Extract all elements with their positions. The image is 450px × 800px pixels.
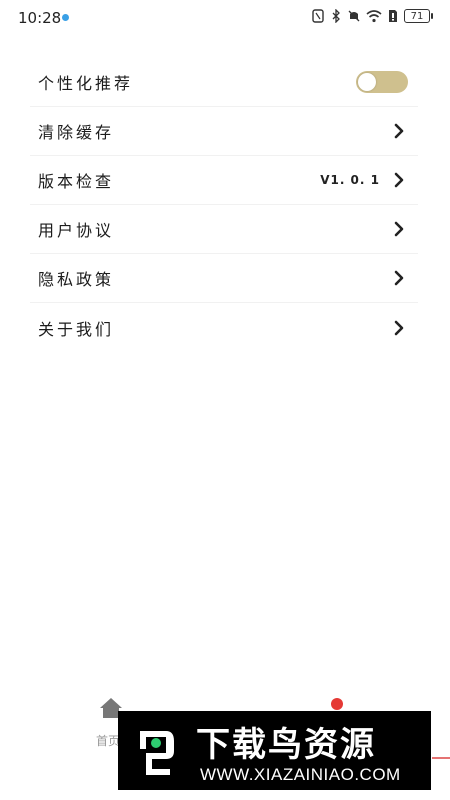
wifi-icon [366, 10, 382, 23]
personalized-label: 个性化推荐 [38, 74, 134, 93]
chevron-right-icon [394, 172, 404, 188]
about-us-label: 关于我们 [38, 319, 115, 339]
status-icons: 71 [312, 9, 433, 23]
nav-home-label[interactable]: 首页 [96, 732, 120, 749]
chevron-right-icon [394, 320, 404, 335]
watermark-url: WWW.XIAZAINIAO.COM [200, 765, 401, 784]
watermark-banner: 下载鸟资源 WWW.XIAZAINIAO.COM [118, 711, 431, 790]
privacy-policy-label: 隐私政策 [38, 270, 115, 289]
version-value: V1. 0. 1 [320, 173, 380, 187]
settings-row-about-us[interactable]: 关于我们 [30, 303, 418, 352]
settings-row-clear-cache[interactable]: 清除缓存 [30, 107, 418, 156]
clear-cache-label: 清除缓存 [38, 123, 115, 142]
notification-dot-icon [331, 698, 343, 710]
settings-row-privacy-policy[interactable]: 隐私政策 [30, 254, 418, 303]
chevron-right-icon [394, 221, 404, 237]
personalized-toggle[interactable] [356, 71, 408, 93]
bluetooth-icon [332, 9, 340, 23]
settings-row-personalized: 个性化推荐 [30, 58, 418, 107]
user-agreement-label: 用户协议 [38, 221, 115, 240]
nfc-icon [312, 9, 324, 23]
version-check-label: 版本检查 [38, 172, 115, 191]
chevron-right-icon [394, 123, 404, 139]
settings-row-user-agreement[interactable]: 用户协议 [30, 205, 418, 254]
sim-icon [389, 10, 397, 22]
toggle-knob [358, 73, 376, 91]
settings-list: 个性化推荐 清除缓存 版本检查 V1. 0. 1 用户协议 隐私政策 关于我们 [30, 58, 418, 352]
battery-icon: 71 [404, 9, 433, 23]
mute-icon [348, 10, 360, 22]
status-bar: 10:28 71 [0, 0, 450, 36]
bird-logo-icon [140, 731, 174, 775]
chevron-right-icon [394, 270, 404, 286]
notification-dot-icon [62, 14, 69, 21]
settings-row-version-check[interactable]: 版本检查 V1. 0. 1 [30, 156, 418, 205]
watermark-title: 下载鸟资源 [196, 725, 376, 765]
active-tab-indicator [432, 757, 450, 759]
status-time: 10:28 [18, 9, 62, 27]
